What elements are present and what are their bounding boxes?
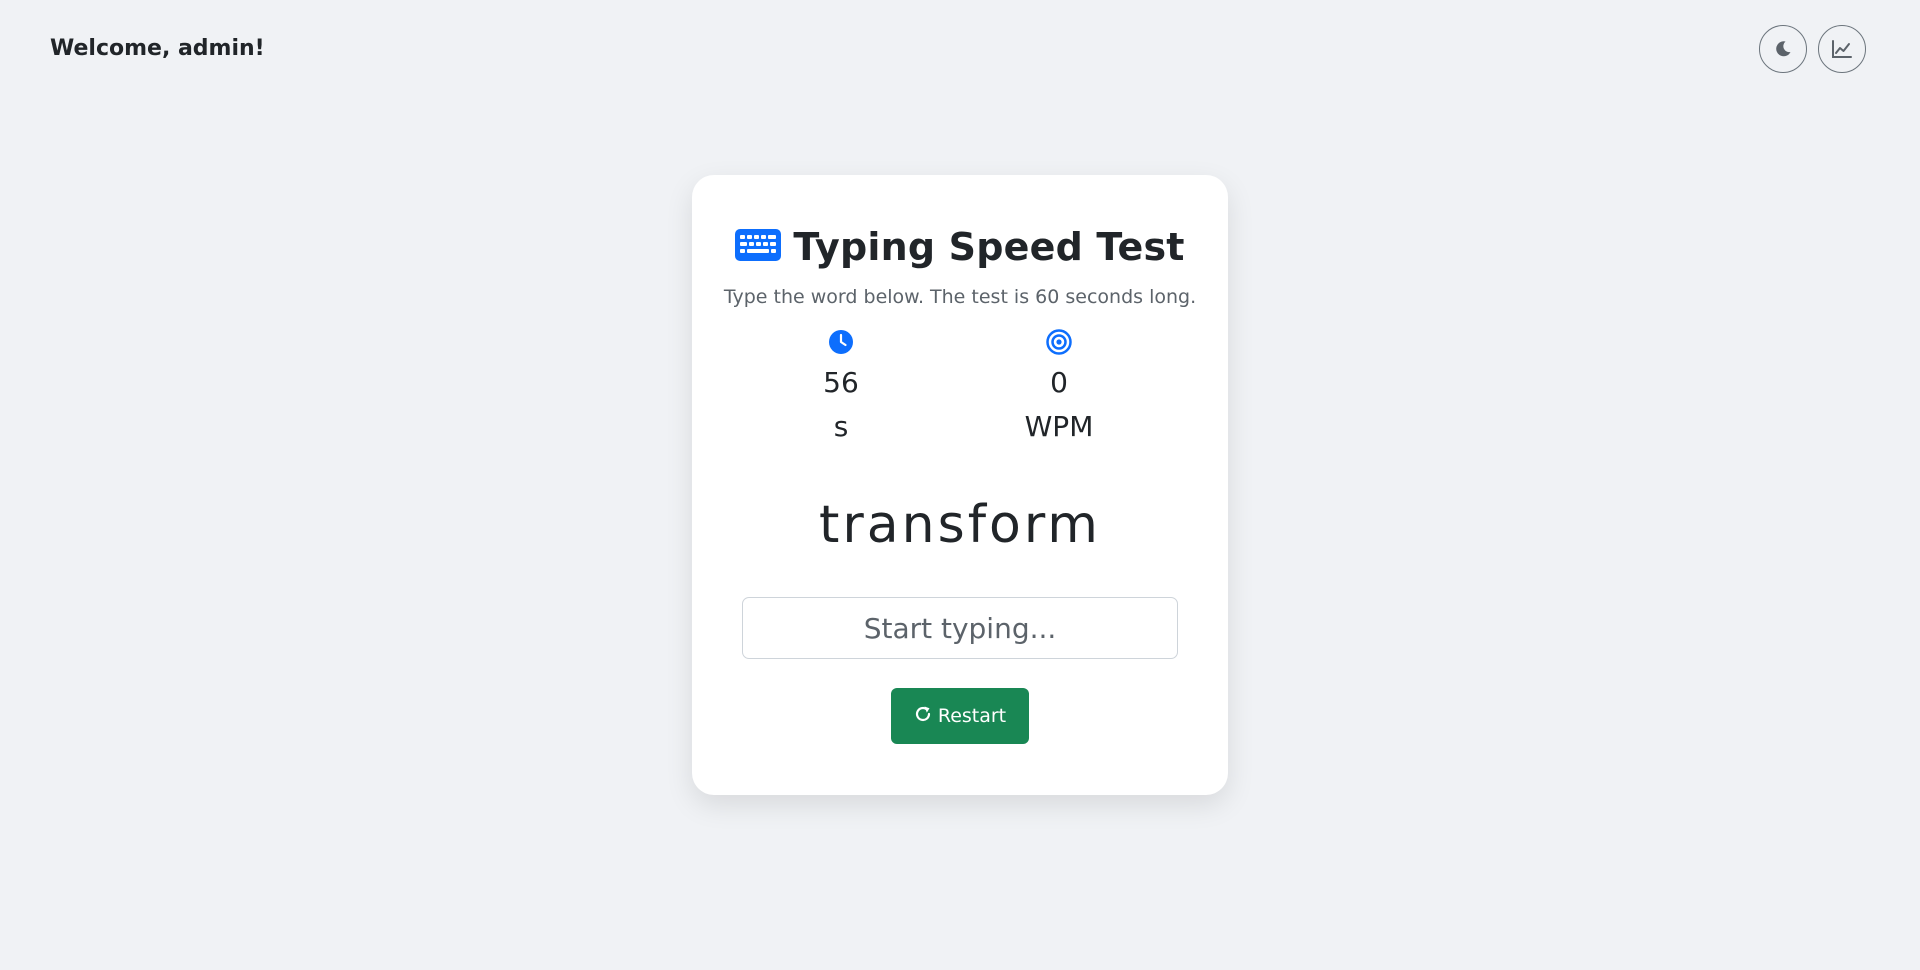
typing-test-card: Typing Speed Test Type the word below. T… bbox=[692, 175, 1228, 795]
timer-stat: 56 s bbox=[781, 329, 901, 445]
rotate-right-icon bbox=[914, 705, 932, 728]
typing-input[interactable] bbox=[742, 597, 1178, 659]
timer-unit: s bbox=[833, 410, 849, 443]
wpm-value: 0 bbox=[1050, 366, 1068, 399]
wpm-unit: WPM bbox=[1024, 410, 1094, 443]
timer-value: 56 bbox=[823, 366, 859, 399]
target-icon bbox=[1046, 329, 1072, 355]
instructions-text: Type the word below. The test is 60 seco… bbox=[723, 286, 1197, 308]
wpm-stat: 0 WPM bbox=[999, 329, 1119, 445]
restart-button[interactable]: Restart bbox=[891, 688, 1029, 744]
clock-icon bbox=[828, 329, 854, 355]
theme-toggle-button[interactable] bbox=[1759, 25, 1807, 73]
top-bar: Welcome, admin! bbox=[0, 0, 1920, 100]
card-header: Typing Speed Test bbox=[692, 225, 1228, 269]
target-word: transform bbox=[819, 495, 1101, 555]
restart-label: Restart bbox=[937, 705, 1007, 727]
chart-line-icon bbox=[1831, 39, 1853, 59]
keyboard-icon bbox=[735, 229, 782, 265]
moon-icon bbox=[1773, 39, 1793, 59]
page-title: Typing Speed Test bbox=[793, 225, 1185, 269]
stats-button[interactable] bbox=[1818, 25, 1866, 73]
welcome-message: Welcome, admin! bbox=[50, 36, 265, 61]
